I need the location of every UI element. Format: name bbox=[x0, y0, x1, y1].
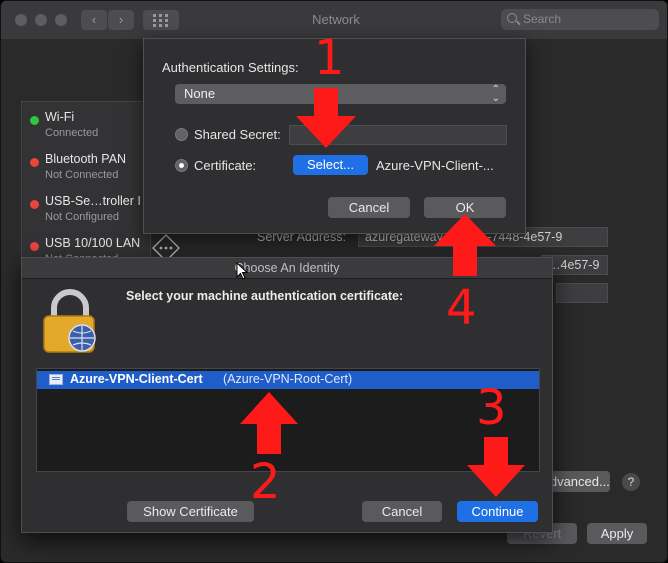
selected-method: None bbox=[184, 86, 216, 101]
service-status: Not Connected bbox=[45, 169, 119, 181]
annotation-step-3: 3 bbox=[476, 380, 507, 436]
help-button[interactable]: ? bbox=[622, 473, 640, 491]
annotation-arrow-down-icon bbox=[467, 437, 525, 497]
certificate-label: Certificate: bbox=[194, 158, 257, 173]
service-item-wifi[interactable]: Wi-Fi Connected bbox=[22, 108, 150, 150]
cancel-button[interactable]: Cancel bbox=[362, 501, 442, 522]
chevron-left-icon: ‹ bbox=[91, 12, 97, 27]
annotation-arrow-down-icon bbox=[296, 88, 356, 148]
service-list: Wi-Fi Connected Bluetooth PAN Not Connec… bbox=[21, 101, 151, 273]
service-name: USB 10/100 LAN bbox=[45, 236, 141, 250]
show-all-button[interactable] bbox=[143, 10, 179, 30]
authentication-settings-label: Authentication Settings: bbox=[162, 60, 299, 75]
status-dot-icon bbox=[30, 242, 39, 251]
search-input[interactable]: Search bbox=[501, 9, 659, 30]
annotation-arrow-up-icon bbox=[434, 214, 496, 276]
status-dot-icon bbox=[30, 158, 39, 167]
close-window-button[interactable] bbox=[15, 14, 27, 26]
shared-secret-label: Shared Secret: bbox=[194, 127, 281, 142]
mouse-cursor-icon bbox=[236, 262, 248, 280]
lock-icon bbox=[43, 289, 96, 353]
window-title: Network bbox=[312, 12, 360, 27]
chevron-updown-icon: ⌃ ⌄ bbox=[491, 84, 500, 104]
certificate-name: Azure-VPN-Client-Cert bbox=[70, 372, 203, 386]
show-certificate-button[interactable]: Show Certificate bbox=[127, 501, 254, 522]
service-item-bluetooth-pan[interactable]: Bluetooth PAN Not Connected bbox=[22, 150, 150, 192]
search-placeholder: Search bbox=[523, 12, 562, 26]
annotation-step-4: 4 bbox=[446, 280, 477, 336]
dialog-message: Select your machine authentication certi… bbox=[126, 289, 404, 303]
annotation-step-2: 2 bbox=[250, 454, 281, 510]
status-dot-icon bbox=[30, 200, 39, 209]
minimize-window-button[interactable] bbox=[35, 14, 47, 26]
annotation-arrow-up-icon bbox=[240, 392, 298, 454]
certificate-icon bbox=[49, 374, 63, 385]
service-item-usb-serial[interactable]: USB-Se…troller I Not Configured bbox=[22, 192, 150, 234]
certificate-radio[interactable] bbox=[175, 159, 188, 172]
service-name: Wi-Fi bbox=[45, 110, 75, 124]
select-certificate-button[interactable]: Select... bbox=[293, 155, 368, 175]
zoom-window-button[interactable] bbox=[55, 14, 67, 26]
status-dot-icon bbox=[30, 116, 39, 125]
back-button[interactable]: ‹ bbox=[81, 10, 107, 30]
cancel-button[interactable]: Cancel bbox=[328, 197, 410, 218]
apply-button[interactable]: Apply bbox=[587, 523, 647, 544]
certificate-issuer: (Azure-VPN-Root-Cert) bbox=[223, 372, 353, 386]
forward-button[interactable]: › bbox=[108, 10, 134, 30]
shared-secret-radio[interactable] bbox=[175, 128, 188, 141]
service-status: Not Configured bbox=[45, 211, 119, 223]
certificate-row[interactable]: Azure-VPN-Client-Cert (Azure-VPN-Root-Ce… bbox=[37, 371, 539, 389]
service-name: USB-Se…troller I bbox=[45, 194, 141, 208]
chevron-right-icon: › bbox=[118, 12, 124, 27]
continue-button[interactable]: Continue bbox=[457, 501, 538, 522]
annotation-step-1: 1 bbox=[314, 30, 345, 86]
selected-certificate-name: Azure-VPN-Client-... bbox=[376, 158, 494, 173]
local-id-field[interactable] bbox=[556, 283, 608, 303]
service-name: Bluetooth PAN bbox=[45, 152, 127, 166]
help-icon: ? bbox=[627, 475, 635, 489]
service-status: Connected bbox=[45, 127, 99, 139]
search-icon bbox=[507, 13, 517, 23]
